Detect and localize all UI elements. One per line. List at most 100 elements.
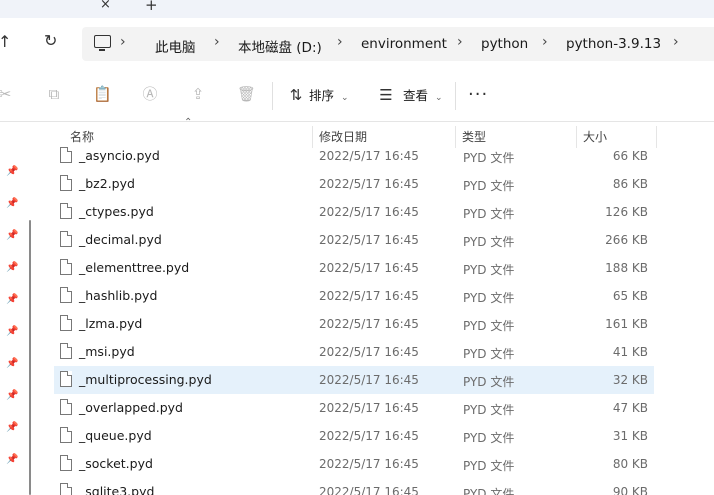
chevron-right-icon[interactable]: ›: [673, 34, 679, 50]
pin-icon[interactable]: 📌: [6, 423, 18, 433]
file-type: PYD 文件: [463, 263, 515, 277]
file-row[interactable]: _bz2.pyd 2022/5/17 16:45 PYD 文件 86 KB: [54, 170, 654, 198]
file-size: 266 KB: [605, 233, 648, 247]
tab-strip: × +: [0, 0, 714, 18]
file-size: 31 KB: [612, 429, 648, 443]
breadcrumb-local-disk[interactable]: 本地磁盘 (D:): [238, 36, 322, 56]
file-size: 66 KB: [612, 149, 648, 163]
file-date: 2022/5/17 16:45: [319, 149, 419, 163]
pin-icon[interactable]: 📌: [6, 391, 18, 401]
pin-icon[interactable]: 📌: [6, 327, 18, 337]
copy-icon[interactable]: ⧉: [45, 85, 63, 103]
file-size: 161 KB: [605, 317, 648, 331]
toolbar-divider: [455, 82, 456, 110]
file-type: PYD 文件: [463, 375, 515, 389]
delete-icon[interactable]: 🗑: [237, 85, 256, 103]
file-type: PYD 文件: [463, 291, 515, 305]
chevron-right-icon[interactable]: ›: [457, 34, 463, 50]
pin-icon[interactable]: 📌: [6, 231, 18, 241]
file-icon: [60, 455, 72, 471]
file-icon: [60, 371, 72, 387]
file-icon: [60, 175, 72, 191]
breadcrumb-environment[interactable]: environment: [361, 36, 447, 52]
file-row[interactable]: _decimal.pyd 2022/5/17 16:45 PYD 文件 266 KB: [54, 226, 654, 254]
paste-icon[interactable]: 📋: [93, 85, 112, 103]
file-type: PYD 文件: [463, 459, 515, 473]
file-row[interactable]: _sqlite3.pyd 2022/5/17 16:45 PYD 文件 90 KB: [54, 478, 654, 495]
pin-icon[interactable]: 📌: [6, 295, 18, 305]
file-date: 2022/5/17 16:45: [319, 401, 419, 415]
file-row[interactable]: _socket.pyd 2022/5/17 16:45 PYD 文件 80 KB: [54, 450, 654, 478]
file-size: 80 KB: [612, 457, 648, 471]
cut-icon[interactable]: ✂: [0, 85, 14, 103]
file-icon: [60, 427, 72, 443]
pin-icon[interactable]: 📌: [6, 263, 18, 273]
file-date: 2022/5/17 16:45: [319, 457, 419, 471]
chevron-right-icon[interactable]: ›: [214, 34, 220, 50]
file-name: _decimal.pyd: [79, 232, 162, 247]
share-icon[interactable]: ⇪: [189, 85, 207, 103]
file-icon: [60, 483, 72, 495]
pin-icon[interactable]: 📌: [6, 455, 18, 465]
file-row[interactable]: _ctypes.pyd 2022/5/17 16:45 PYD 文件 126 KB: [54, 198, 654, 226]
more-options-icon[interactable]: ···: [468, 84, 488, 105]
file-name: _overlapped.pyd: [79, 400, 183, 415]
close-tab-icon[interactable]: ×: [100, 0, 111, 12]
file-date: 2022/5/17 16:45: [319, 485, 419, 495]
file-icon: [60, 203, 72, 219]
file-date: 2022/5/17 16:45: [319, 289, 419, 303]
file-size: 32 KB: [612, 373, 648, 387]
breadcrumb-python[interactable]: python: [481, 36, 528, 52]
address-bar[interactable]: › 此电脑 › 本地磁盘 (D:) › environment › python…: [82, 27, 714, 61]
file-icon: [60, 147, 72, 163]
file-row[interactable]: _overlapped.pyd 2022/5/17 16:45 PYD 文件 47 K…: [54, 394, 654, 422]
breadcrumb-this-pc[interactable]: 此电脑: [155, 36, 196, 56]
file-date: 2022/5/17 16:45: [319, 317, 419, 331]
chevron-down-icon: ⌄: [340, 93, 349, 103]
chevron-right-icon[interactable]: ›: [120, 34, 126, 50]
view-list-icon: ☰: [379, 86, 393, 104]
file-type: PYD 文件: [463, 235, 515, 249]
file-name: _socket.pyd: [79, 456, 153, 471]
file-row[interactable]: _asyncio.pyd 2022/5/17 16:45 PYD 文件 66 KB: [54, 142, 654, 170]
file-type: PYD 文件: [463, 179, 515, 193]
file-type: PYD 文件: [463, 207, 515, 221]
file-type: PYD 文件: [463, 487, 515, 495]
file-name: _hashlib.pyd: [79, 288, 158, 303]
file-icon: [60, 231, 72, 247]
file-icon: [60, 315, 72, 331]
new-tab-icon[interactable]: +: [145, 0, 158, 14]
file-row[interactable]: _elementtree.pyd 2022/5/17 16:45 PYD 文件 188…: [54, 254, 654, 282]
pin-icon[interactable]: 📌: [6, 167, 18, 177]
file-date: 2022/5/17 16:45: [319, 345, 419, 359]
file-row[interactable]: _hashlib.pyd 2022/5/17 16:45 PYD 文件 65 KB: [54, 282, 654, 310]
sort-icon: ⇅: [289, 86, 303, 104]
sort-button[interactable]: ⇅ 排序 ⌄: [287, 85, 349, 105]
file-date: 2022/5/17 16:45: [319, 373, 419, 387]
chevron-right-icon[interactable]: ›: [542, 34, 548, 50]
column-divider[interactable]: [656, 126, 657, 148]
file-row[interactable]: _lzma.pyd 2022/5/17 16:45 PYD 文件 161 KB: [54, 310, 654, 338]
up-arrow-icon[interactable]: ↑: [0, 32, 11, 51]
rename-icon[interactable]: Ⓐ: [141, 85, 159, 103]
file-size: 65 KB: [612, 289, 648, 303]
navigation-pane: 📌 📌 📌 📌 📌 📌 📌 📌 📌 📌: [0, 122, 24, 495]
file-size: 47 KB: [612, 401, 648, 415]
file-name: _queue.pyd: [79, 428, 152, 443]
toolbar-divider: [272, 82, 273, 110]
pin-icon[interactable]: 📌: [6, 199, 18, 209]
file-row[interactable]: _msi.pyd 2022/5/17 16:45 PYD 文件 41 KB: [54, 338, 654, 366]
file-name: _elementtree.pyd: [79, 260, 190, 275]
refresh-icon[interactable]: ↻: [44, 31, 57, 50]
address-row: ↑ ↻ › 此电脑 › 本地磁盘 (D:) › environment › py…: [0, 18, 714, 70]
file-icon: [60, 399, 72, 415]
file-type: PYD 文件: [463, 431, 515, 445]
file-row[interactable]: _multiprocessing.pyd 2022/5/17 16:45 PYD 文…: [54, 366, 654, 394]
pin-icon[interactable]: 📌: [6, 359, 18, 369]
file-row[interactable]: _queue.pyd 2022/5/17 16:45 PYD 文件 31 KB: [54, 422, 654, 450]
view-button[interactable]: ☰ 查看 ⌄: [377, 85, 442, 105]
chevron-right-icon[interactable]: ›: [337, 34, 343, 50]
nav-scrollbar[interactable]: [29, 220, 31, 495]
breadcrumb-python-3913[interactable]: python-3.9.13: [566, 36, 661, 52]
file-size: 90 KB: [612, 485, 648, 495]
